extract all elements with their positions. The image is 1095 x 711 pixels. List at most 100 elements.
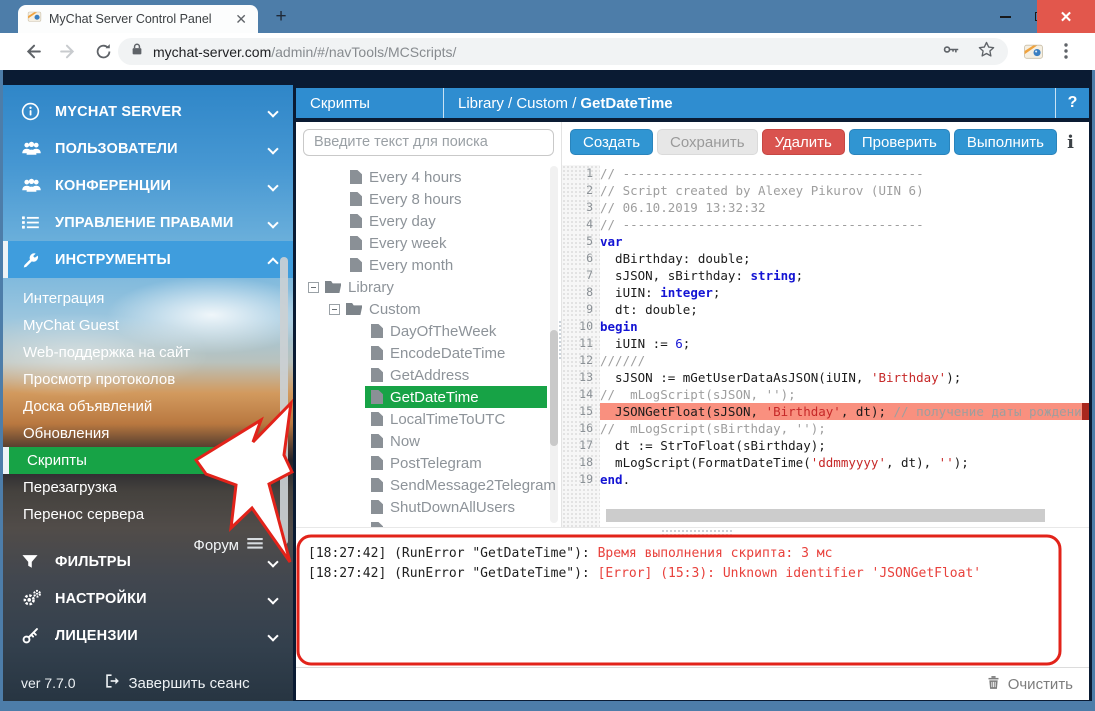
sidebar-group-filter[interactable]: ФИЛЬТРЫ xyxy=(3,543,293,580)
code-line-error[interactable]: 15 JSONGetFloat(sJSON, 'Birthday', dt); … xyxy=(562,403,1089,420)
tree-item[interactable]: Every 4 hours xyxy=(296,166,561,188)
horizontal-splitter[interactable] xyxy=(296,527,1089,535)
tree-item[interactable]: EncodeDateTime xyxy=(296,342,561,364)
sidebar-item[interactable]: Доска объявлений xyxy=(3,393,293,420)
tree-item[interactable] xyxy=(296,518,561,527)
reload-icon[interactable] xyxy=(94,42,116,64)
search-input[interactable] xyxy=(303,129,554,156)
file-icon xyxy=(371,412,383,426)
sidebar-item-label: Доска объявлений xyxy=(23,398,152,415)
logout-button[interactable]: Завершить сеанс xyxy=(103,672,249,694)
tree-item[interactable]: Library xyxy=(296,276,561,298)
tree-item[interactable]: LocalTimeToUTC xyxy=(296,408,561,430)
code-line[interactable]: 5var xyxy=(562,233,1089,250)
browser-tab[interactable]: MyChat Server Control Panel ✕ xyxy=(18,5,258,33)
line-number: 3 xyxy=(562,199,600,216)
sidebar-group-label: ИНСТРУМЕНТЫ xyxy=(55,252,269,268)
tree-item[interactable]: GetDateTime xyxy=(296,386,561,408)
sidebar-group-label: ПОЛЬЗОВАТЕЛИ xyxy=(55,141,269,157)
back-icon[interactable] xyxy=(22,41,44,63)
tab-close-icon[interactable]: ✕ xyxy=(233,12,249,26)
url-bar[interactable]: mychat-server.com/admin/#/navTools/MCScr… xyxy=(118,38,1008,65)
tree-item[interactable]: Custom xyxy=(296,298,561,320)
code-line[interactable]: 3// 06.10.2019 13:32:32 xyxy=(562,199,1089,216)
log-entry-message: Время выполнения скрипта: 3 мс xyxy=(598,546,833,561)
sidebar-item-label: Обновления xyxy=(23,425,109,442)
code-line[interactable]: 11 iUIN := 6; xyxy=(562,335,1089,352)
clear-log-button[interactable]: Очистить xyxy=(1008,676,1073,693)
file-icon xyxy=(371,478,383,492)
toolbar-button-5[interactable]: Выполнить xyxy=(954,129,1057,155)
code-line[interactable]: 19end. xyxy=(562,471,1089,488)
editor-horizontal-scrollbar[interactable] xyxy=(604,509,1073,522)
code-line[interactable]: 7 sJSON, sBirthday: string; xyxy=(562,267,1089,284)
sidebar-item[interactable]: Просмотр протоколов xyxy=(3,366,293,393)
favicon-icon xyxy=(27,9,42,29)
horizontal-splitter-handle[interactable] xyxy=(661,529,733,535)
code-line[interactable]: 12////// xyxy=(562,352,1089,369)
sidebar-item[interactable]: Скрипты xyxy=(3,447,267,474)
code-line[interactable]: 9 dt: double; xyxy=(562,301,1089,318)
code-text: sJSON, sBirthday: string; xyxy=(600,267,1089,284)
window-titlebar: MyChat Server Control Panel ✕ + ✕ xyxy=(0,0,1095,33)
sidebar-group-label: ЛИЦЕНЗИИ xyxy=(55,628,269,644)
code-line[interactable]: 8 iUIN: integer; xyxy=(562,284,1089,301)
help-button[interactable]: ? xyxy=(1055,88,1089,118)
browser-menu-icon[interactable] xyxy=(1064,43,1086,65)
sidebar-group-users[interactable]: ПОЛЬЗОВАТЕЛИ xyxy=(3,130,293,167)
window-close-button[interactable]: ✕ xyxy=(1037,0,1095,33)
code-line[interactable]: 14// mLogScript(sJSON, ''); xyxy=(562,386,1089,403)
sidebar-group-gear[interactable]: НАСТРОЙКИ xyxy=(3,580,293,617)
code-line[interactable]: 17 dt := StrToFloat(sBirthday); xyxy=(562,437,1089,454)
sidebar-group-list[interactable]: УПРАВЛЕНИЕ ПРАВАМИ xyxy=(3,204,293,241)
info-icon[interactable]: i xyxy=(1067,132,1074,153)
tree-item[interactable]: Every day xyxy=(296,210,561,232)
file-icon xyxy=(350,170,362,184)
forward-icon[interactable] xyxy=(58,41,80,63)
code-line[interactable]: 16// mLogScript(sBirthday, ''); xyxy=(562,420,1089,437)
sidebar-item[interactable]: Интеграция xyxy=(3,285,293,312)
bookmark-star-icon[interactable] xyxy=(977,40,996,64)
line-number: 14 xyxy=(562,386,600,403)
sidebar-group-wrench[interactable]: ИНСТРУМЕНТЫ xyxy=(3,241,293,278)
new-tab-button[interactable]: + xyxy=(272,8,290,26)
sidebar-item[interactable]: Обновления xyxy=(3,420,293,447)
tree-item[interactable]: PostTelegram xyxy=(296,452,561,474)
tree-item[interactable]: Every month xyxy=(296,254,561,276)
code-editor[interactable]: 1// ------------------------------------… xyxy=(562,162,1089,527)
code-line[interactable]: 10begin xyxy=(562,318,1089,335)
sidebar-group-info[interactable]: MYCHAT SERVER xyxy=(3,93,293,130)
line-number: 18 xyxy=(562,454,600,471)
sidebar-group-users[interactable]: КОНФЕРЕНЦИИ xyxy=(3,167,293,204)
extension-icon[interactable] xyxy=(1023,41,1045,63)
code-line[interactable]: 13 sJSON := mGetUserDataAsJSON(iUIN, 'Bi… xyxy=(562,369,1089,386)
toolbar-button-4[interactable]: Проверить xyxy=(849,129,950,155)
code-line[interactable]: 2// Script created by Alexey Pikurov (UI… xyxy=(562,182,1089,199)
toolbar-button-1[interactable]: Создать xyxy=(570,129,653,155)
code-line[interactable]: 4// ------------------------------------… xyxy=(562,216,1089,233)
tree-expander-icon[interactable] xyxy=(308,282,319,293)
toolbar-button-3[interactable]: Удалить xyxy=(762,129,845,155)
tree-item[interactable]: ShutDownAllUsers xyxy=(296,496,561,518)
line-number: 1 xyxy=(562,165,600,182)
sidebar-scrollbar[interactable] xyxy=(280,257,288,545)
tree-item[interactable]: GetAddress xyxy=(296,364,561,386)
sidebar-item[interactable]: MyChat Guest xyxy=(3,312,293,339)
code-line[interactable]: 1// ------------------------------------… xyxy=(562,165,1089,182)
sidebar-item[interactable]: Перезагрузка xyxy=(3,474,293,501)
code-line[interactable]: 6 dBirthday: double; xyxy=(562,250,1089,267)
tree-item[interactable]: Now xyxy=(296,430,561,452)
password-key-icon[interactable] xyxy=(942,40,961,64)
chevron-down-icon xyxy=(267,180,278,191)
tree-item[interactable]: DayOfTheWeek xyxy=(296,320,561,342)
script-tree: Every 4 hoursEvery 8 hoursEvery dayEvery… xyxy=(296,162,562,527)
tree-item[interactable]: SendMessage2Telegram xyxy=(296,474,561,496)
file-icon xyxy=(371,324,383,338)
tree-item[interactable]: Every week xyxy=(296,232,561,254)
sidebar-item[interactable]: Web-поддержка на сайт xyxy=(3,339,293,366)
tree-expander-icon[interactable] xyxy=(329,304,340,315)
sidebar-item[interactable]: Перенос сервера xyxy=(3,501,293,528)
code-line[interactable]: 18 mLogScript(FormatDateTime('ddmmyyyy',… xyxy=(562,454,1089,471)
sidebar-group-key[interactable]: ЛИЦЕНЗИИ xyxy=(3,617,293,654)
tree-item[interactable]: Every 8 hours xyxy=(296,188,561,210)
